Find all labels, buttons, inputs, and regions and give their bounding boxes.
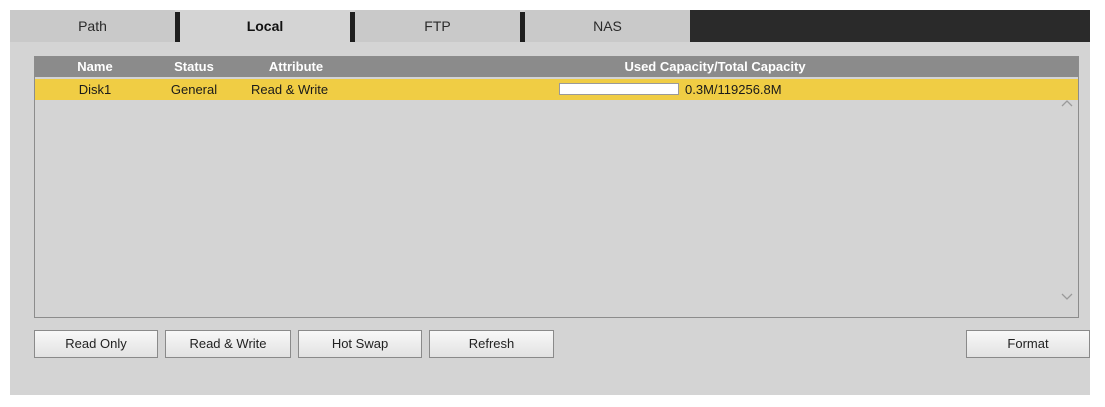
format-button[interactable]: Format [966, 330, 1090, 358]
refresh-button[interactable]: Refresh [429, 330, 554, 358]
column-header-capacity: Used Capacity/Total Capacity [624, 59, 806, 74]
cell-attribute: Read & Write [251, 82, 329, 97]
chevron-up-icon[interactable] [1060, 97, 1074, 111]
cell-capacity: 0.3M/119256.8M [685, 82, 782, 97]
column-header-name: Name [77, 59, 113, 74]
table-header: Name Status Attribute Used Capacity/Tota… [35, 57, 1078, 77]
chevron-down-icon[interactable] [1060, 289, 1074, 303]
table-row[interactable]: Disk1 General Read & Write 0.3M/119256.8… [35, 79, 1078, 100]
storage-panel: Path Local FTP NAS Name Status Attribute… [10, 10, 1090, 395]
cell-status: General [170, 82, 218, 97]
tab-local[interactable]: Local [180, 10, 350, 42]
tab-nas[interactable]: NAS [525, 10, 690, 42]
tab-bar: Path Local FTP NAS [10, 10, 1090, 42]
disk-table: Name Status Attribute Used Capacity/Tota… [34, 56, 1079, 318]
read-only-button[interactable]: Read Only [34, 330, 158, 358]
hot-swap-button[interactable]: Hot Swap [298, 330, 422, 358]
cell-name: Disk1 [78, 82, 112, 97]
tab-ftp[interactable]: FTP [355, 10, 520, 42]
column-header-status: Status [174, 59, 214, 74]
capacity-bar [559, 83, 679, 95]
tab-path[interactable]: Path [10, 10, 175, 42]
column-header-attribute: Attribute [268, 59, 324, 74]
tab-bar-filler [690, 10, 1090, 42]
read-write-button[interactable]: Read & Write [165, 330, 291, 358]
